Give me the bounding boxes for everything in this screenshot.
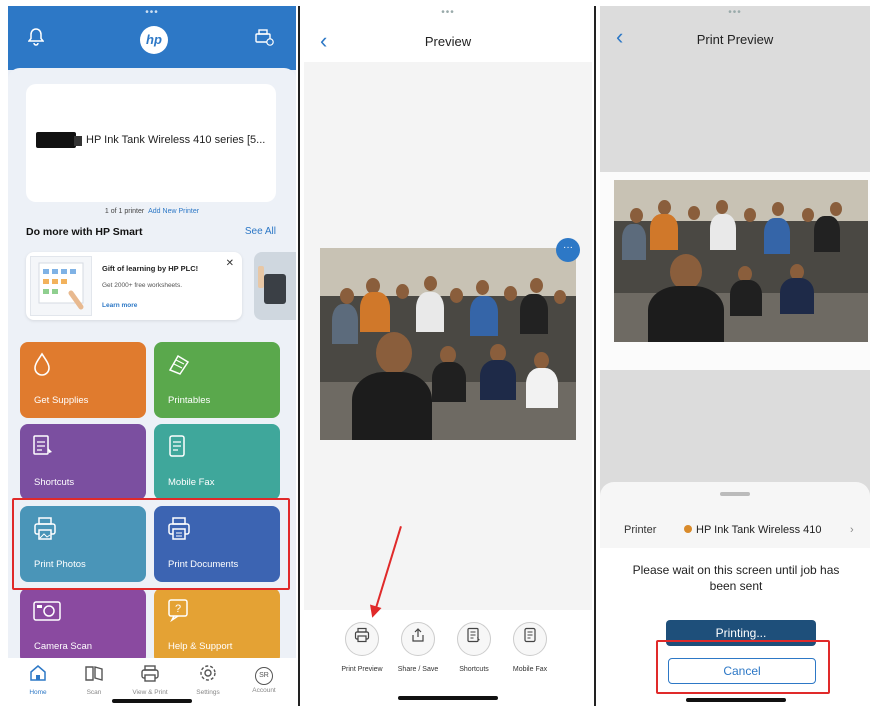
- print-icon: [345, 622, 379, 656]
- next-promo-card[interactable]: [254, 252, 296, 320]
- home-screen: ••• hp HP Ink Tank Wireless 410 series […: [8, 6, 296, 706]
- ink-drop-icon: [32, 352, 52, 382]
- nav-view-print[interactable]: View & Print: [122, 664, 178, 696]
- nav-label: View & Print: [132, 689, 168, 696]
- print-icon: [122, 664, 178, 687]
- bell-icon[interactable]: [27, 28, 45, 51]
- home-body: HP Ink Tank Wireless 410 series [5... 1 …: [8, 68, 296, 706]
- see-all-link[interactable]: See All: [245, 226, 276, 237]
- hp-logo: hp: [140, 26, 168, 54]
- chevron-right-icon[interactable]: ›: [850, 524, 854, 536]
- preview-screen: ••• ‹ Preview ··· Print Preview Share / …: [304, 6, 592, 706]
- tile-label: Camera Scan: [34, 641, 93, 652]
- promo-subtitle: Get 2000+ free worksheets.: [102, 282, 183, 289]
- shortcuts-button[interactable]: Shortcuts: [442, 622, 506, 673]
- worksheet-image: [30, 256, 92, 316]
- nav-home[interactable]: Home: [10, 664, 66, 696]
- tile-get-supplies[interactable]: Get Supplies: [20, 342, 146, 418]
- home-icon: [10, 664, 66, 687]
- more-options-button[interactable]: ···: [556, 238, 580, 262]
- gear-icon: [180, 664, 236, 687]
- action-label: Share / Save: [397, 666, 439, 673]
- promo-title: Gift of learning by HP PLC!: [102, 264, 199, 273]
- printer-value: HP Ink Tank Wireless 410: [696, 524, 822, 536]
- tile-shortcuts[interactable]: Shortcuts: [20, 424, 146, 500]
- fax-icon: [513, 622, 547, 656]
- preview-header: ••• ‹ Preview: [304, 6, 592, 62]
- close-icon[interactable]: ✕: [226, 258, 234, 269]
- printer-row[interactable]: Printer HP Ink Tank Wireless 410: [624, 524, 822, 536]
- action-label: Shortcuts: [459, 666, 489, 673]
- highlight-box: [656, 640, 830, 694]
- red-arrow: [373, 526, 402, 613]
- mobile-fax-button[interactable]: Mobile Fax: [498, 622, 562, 673]
- preview-action-bar: Print Preview Share / Save Shortcuts Mob…: [304, 610, 592, 706]
- print-preview-button[interactable]: Print Preview: [330, 622, 394, 673]
- action-label: Print Preview: [341, 666, 383, 673]
- preview-photo: [320, 248, 576, 440]
- printer-settings-icon[interactable]: [254, 28, 274, 51]
- shortcuts-icon: [457, 622, 491, 656]
- print-photo: [614, 180, 868, 342]
- printer-count-row: 1 of 1 printer Add New Printer: [8, 208, 296, 215]
- home-indicator: [112, 699, 192, 703]
- tile-label: Help & Support: [168, 641, 233, 652]
- learn-more-link[interactable]: Learn more: [102, 302, 137, 309]
- panel-divider: [298, 6, 300, 706]
- highlight-box: [12, 498, 290, 590]
- panel-divider: [594, 6, 596, 706]
- print-paper: [600, 172, 870, 370]
- printer-image: [36, 132, 82, 148]
- tile-mobile-fax[interactable]: Mobile Fax: [154, 424, 280, 500]
- app-header: ••• hp: [8, 6, 296, 70]
- sheet-handle[interactable]: [720, 492, 750, 496]
- screenshot-root: ••• hp HP Ink Tank Wireless 410 series […: [0, 0, 870, 708]
- printer-value-row: HP Ink Tank Wireless 410: [684, 524, 822, 536]
- scan-icon: [66, 664, 122, 687]
- drag-dots: •••: [728, 7, 742, 18]
- nav-label: Home: [29, 689, 47, 696]
- home-indicator: [686, 698, 786, 702]
- printer-label: Printer: [624, 524, 657, 536]
- help-icon: ?: [166, 598, 190, 628]
- camera-icon: [32, 598, 62, 628]
- tile-label: Shortcuts: [34, 477, 75, 488]
- tile-camera-scan[interactable]: Camera Scan: [20, 588, 146, 664]
- tile-help-support[interactable]: ? Help & Support: [154, 588, 280, 664]
- nav-account[interactable]: SR Account: [236, 664, 292, 694]
- shortcuts-icon: [32, 434, 54, 464]
- do-more-title: Do more with HP Smart: [26, 226, 143, 238]
- nav-label: Account: [252, 687, 276, 694]
- nav-scan[interactable]: Scan: [66, 664, 122, 696]
- printer-count: 1 of 1 printer: [104, 208, 145, 215]
- page-title: Print Preview: [696, 32, 774, 47]
- home-indicator: [398, 696, 498, 700]
- page-title: Preview: [424, 34, 472, 49]
- fax-icon: [166, 434, 188, 464]
- print-preview-screen: ••• ‹ Print Preview Printer HP Ink Tank …: [600, 6, 870, 706]
- svg-text:?: ?: [175, 603, 181, 615]
- tile-label: Mobile Fax: [168, 477, 215, 488]
- action-label: Mobile Fax: [512, 666, 548, 673]
- tile-label: Get Supplies: [34, 395, 89, 406]
- share-icon: [401, 622, 435, 656]
- share-save-button[interactable]: Share / Save: [386, 622, 450, 673]
- wait-message: Please wait on this screen until job has…: [632, 563, 840, 593]
- nav-label: Settings: [196, 689, 220, 696]
- nav-label: Scan: [86, 689, 102, 696]
- printables-icon: [166, 352, 192, 382]
- printer-name: HP Ink Tank Wireless 410 series [5...: [86, 134, 266, 146]
- print-preview-header: ••• ‹ Print Preview: [600, 6, 870, 58]
- tile-printables[interactable]: Printables: [154, 342, 280, 418]
- account-icon: SR: [236, 664, 292, 685]
- add-printer-link[interactable]: Add New Printer: [148, 208, 199, 215]
- drag-dots: •••: [441, 7, 455, 18]
- drag-dots: •••: [145, 7, 159, 18]
- status-dot: [684, 525, 692, 533]
- tile-label: Printables: [168, 395, 211, 406]
- printer-card[interactable]: HP Ink Tank Wireless 410 series [5...: [26, 84, 276, 202]
- nav-settings[interactable]: Settings: [180, 664, 236, 696]
- promo-card[interactable]: Gift of learning by HP PLC! Get 2000+ fr…: [26, 252, 242, 320]
